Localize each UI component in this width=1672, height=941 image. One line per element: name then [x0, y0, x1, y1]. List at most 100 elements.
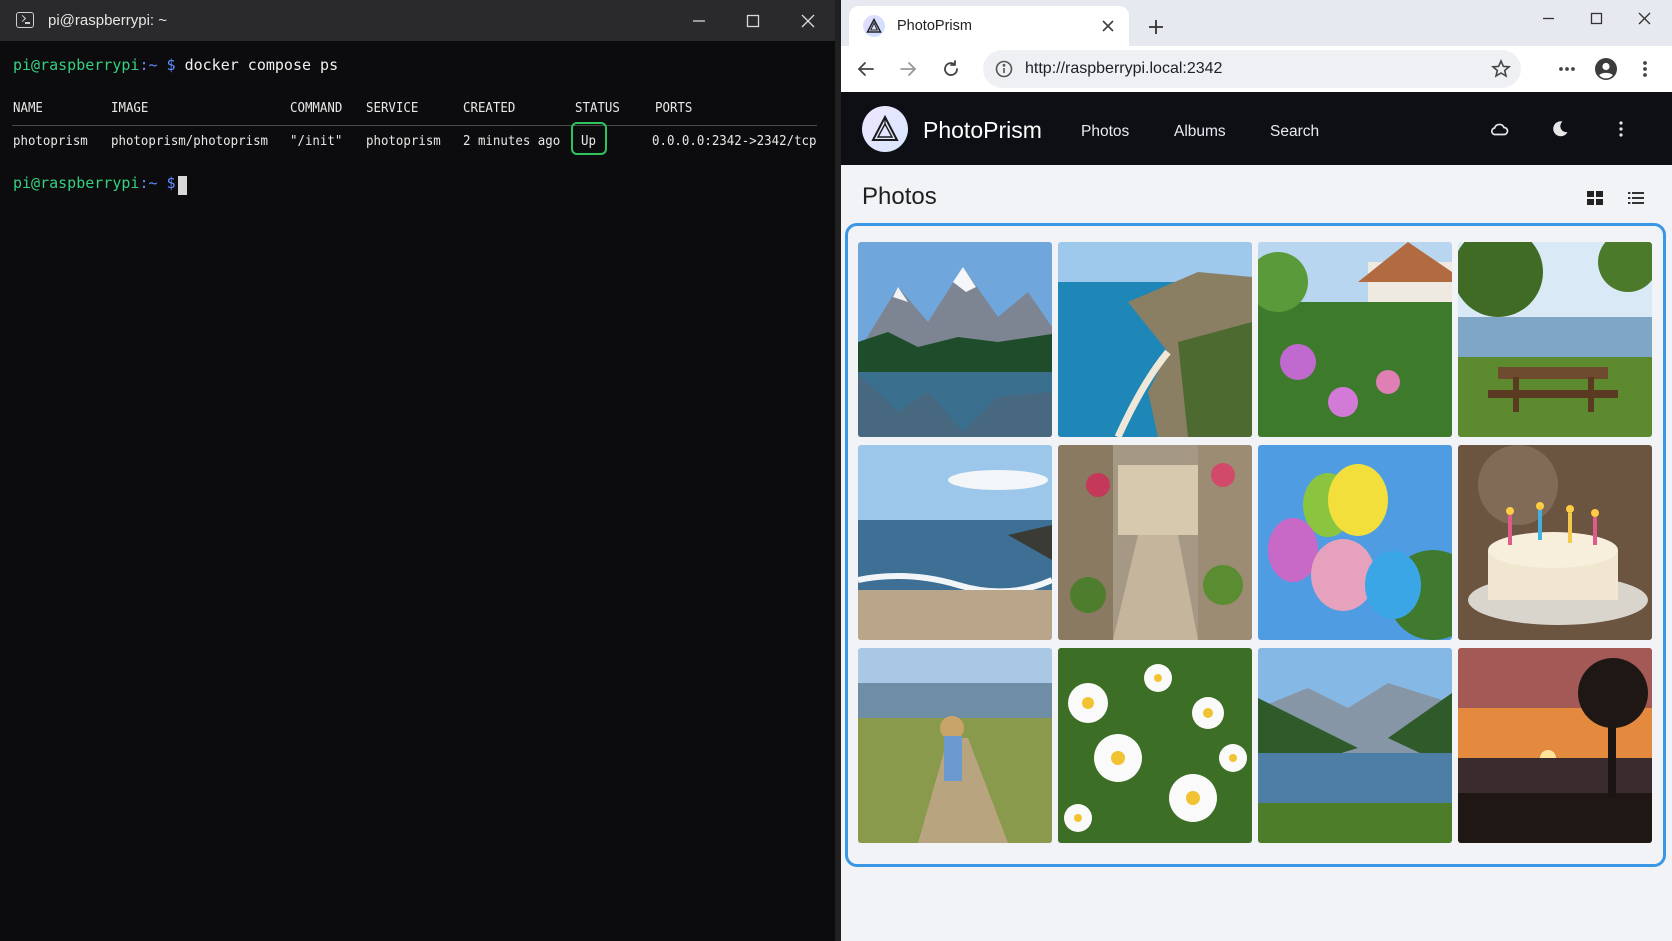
- photo-balloons: [1258, 445, 1452, 640]
- photo-flower-alley: [1058, 445, 1252, 640]
- list-view-icon: [1628, 192, 1644, 204]
- maximize-button[interactable]: [726, 0, 780, 41]
- bookmark-star-button[interactable]: [1491, 59, 1511, 79]
- minimize-button[interactable]: [672, 0, 726, 41]
- tab-photoprism[interactable]: PhotoPrism: [849, 6, 1129, 46]
- extensions-menu-button[interactable]: [1553, 55, 1581, 83]
- app-brand[interactable]: PhotoPrism: [923, 117, 1042, 144]
- maximize-icon: [746, 14, 760, 27]
- grid-view-button[interactable]: [1585, 188, 1607, 210]
- photoprism-logo-icon[interactable]: [862, 106, 908, 152]
- prompt-path: :~: [139, 56, 158, 74]
- minimize-icon: [1542, 17, 1554, 19]
- photo-tile[interactable]: [1258, 648, 1452, 843]
- photo-tile[interactable]: [1458, 445, 1652, 640]
- cell-image: photoprism/photoprism: [111, 133, 269, 149]
- photo-daisies: [1058, 648, 1252, 843]
- close-button[interactable]: [781, 0, 835, 41]
- browser-menu-button[interactable]: [1631, 55, 1659, 83]
- nav-search[interactable]: Search: [1270, 123, 1319, 141]
- cell-name: photoprism: [13, 133, 88, 149]
- photo-tile[interactable]: [858, 445, 1052, 640]
- prompt-symbol: $: [166, 174, 176, 192]
- command-line: pi@raspberrypi:~ $ docker compose ps: [13, 56, 338, 74]
- prompt-user: pi@raspberrypi: [13, 56, 140, 74]
- tab-strip[interactable]: PhotoPrism: [841, 0, 1672, 46]
- browser-window: PhotoPrism http://raspberrypi.local:2342…: [841, 0, 1672, 941]
- photo-tile[interactable]: [1258, 242, 1452, 437]
- photo-birthday-cake: [1458, 445, 1652, 640]
- header-created: CREATED: [463, 100, 516, 116]
- prompt-user: pi@raspberrypi: [13, 174, 140, 192]
- status-highlight-box: [571, 122, 607, 155]
- address-bar[interactable]: http://raspberrypi.local:2342: [983, 50, 1521, 88]
- more-vertical-icon: [1643, 61, 1647, 77]
- header-image: IMAGE: [111, 100, 149, 116]
- browser-maximize-button[interactable]: [1571, 0, 1621, 36]
- plus-icon: [1149, 20, 1163, 34]
- photo-mountain-lake: [858, 242, 1052, 437]
- close-icon: [801, 14, 815, 27]
- tab-title: PhotoPrism: [897, 18, 972, 34]
- close-icon: [1102, 20, 1114, 32]
- forward-button[interactable]: [894, 55, 922, 83]
- cell-command: "/init": [290, 133, 343, 149]
- new-tab-button[interactable]: [1143, 14, 1169, 40]
- reload-button[interactable]: [937, 55, 965, 83]
- photoprism-navbar: PhotoPrism Photos Albums Search: [841, 92, 1672, 165]
- profile-button[interactable]: [1592, 55, 1620, 83]
- arrow-right-icon: [900, 62, 916, 76]
- cloud-button[interactable]: [1487, 117, 1511, 141]
- terminal-window: pi@raspberrypi: ~ pi@raspberrypi:~ $ doc…: [0, 0, 835, 941]
- prompt-path: :~: [139, 174, 158, 192]
- photo-tile[interactable]: [1458, 242, 1652, 437]
- account-icon: [1595, 58, 1617, 80]
- site-info-icon[interactable]: [995, 60, 1013, 78]
- more-vertical-icon: [1619, 121, 1623, 137]
- photo-tile[interactable]: [1058, 242, 1252, 437]
- terminal-titlebar[interactable]: pi@raspberrypi: ~: [0, 0, 835, 41]
- text-cursor: [178, 176, 187, 195]
- header-command: COMMAND: [290, 100, 343, 116]
- terminal-app-icon: [16, 12, 34, 28]
- list-view-button[interactable]: [1626, 188, 1648, 210]
- photo-cottage-garden: [1258, 242, 1452, 437]
- photo-tile[interactable]: [1058, 445, 1252, 640]
- nav-photos[interactable]: Photos: [1081, 123, 1129, 141]
- back-button[interactable]: [852, 55, 880, 83]
- app-menu-button[interactable]: [1609, 117, 1633, 141]
- terminal-output[interactable]: pi@raspberrypi:~ $ docker compose ps NAM…: [0, 41, 835, 941]
- header-name: NAME: [13, 100, 43, 116]
- photo-child-meadow-path: [858, 648, 1052, 843]
- arrow-left-icon: [858, 62, 874, 76]
- theme-toggle-button[interactable]: [1548, 117, 1572, 141]
- cell-service: photoprism: [366, 133, 441, 149]
- page-title: Photos: [862, 183, 937, 210]
- header-service: SERVICE: [366, 100, 419, 116]
- close-icon: [1638, 12, 1650, 24]
- photo-tile[interactable]: [1058, 648, 1252, 843]
- tab-close-button[interactable]: [1097, 15, 1119, 37]
- photo-tile[interactable]: [1258, 445, 1452, 640]
- photo-picnic-table-lake: [1458, 242, 1652, 437]
- command-text: docker compose ps: [184, 56, 339, 74]
- star-icon: [1491, 59, 1511, 78]
- photo-tile[interactable]: [858, 648, 1052, 843]
- photoprism-favicon-icon: [863, 15, 885, 37]
- browser-toolbar: http://raspberrypi.local:2342: [841, 46, 1672, 93]
- header-ports: PORTS: [655, 100, 693, 116]
- more-horizontal-icon: [1559, 67, 1575, 71]
- photo-tile[interactable]: [1458, 648, 1652, 843]
- nav-albums[interactable]: Albums: [1174, 123, 1226, 141]
- prompt-symbol: $: [166, 56, 176, 74]
- photo-valley-river: [1258, 648, 1452, 843]
- moon-icon: [1553, 121, 1568, 137]
- photo-coastal-cliffs: [1058, 242, 1252, 437]
- terminal-title: pi@raspberrypi: ~: [48, 12, 168, 29]
- cell-ports: 0.0.0.0:2342->2342/tcp: [652, 133, 817, 149]
- browser-minimize-button[interactable]: [1523, 0, 1573, 36]
- grid-view-icon: [1587, 191, 1603, 205]
- photo-tile[interactable]: [858, 242, 1052, 437]
- reload-icon: [944, 60, 958, 76]
- browser-close-button[interactable]: [1619, 0, 1669, 36]
